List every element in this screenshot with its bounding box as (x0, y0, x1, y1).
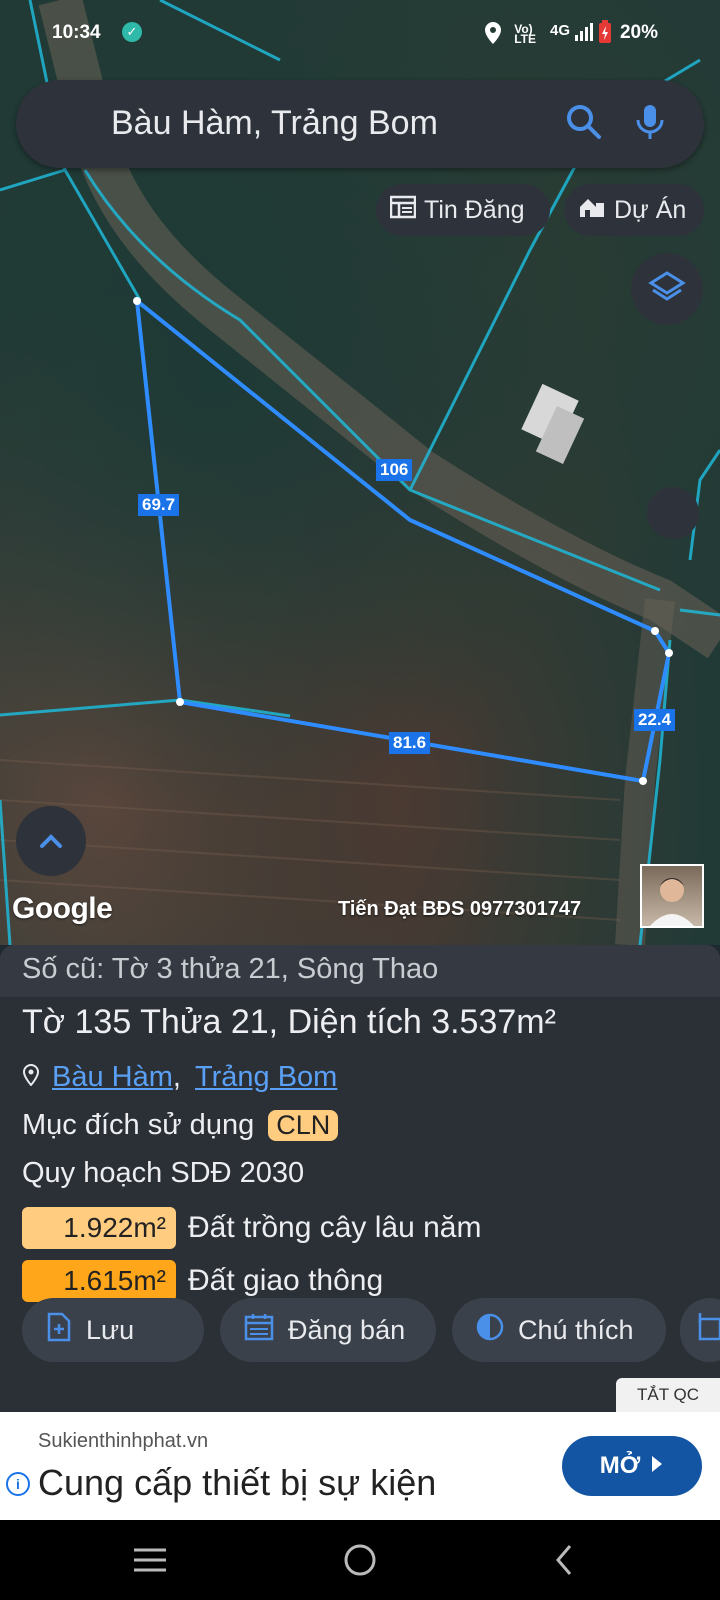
zone-area: 1.615m² (22, 1260, 176, 1302)
address-link-commune[interactable]: Bàu Hàm (52, 1061, 173, 1094)
purpose-code-badge: CLN (268, 1110, 339, 1141)
address-link-district[interactable]: Trảng Bom (195, 1061, 337, 1094)
system-nav-bar (0, 1520, 720, 1600)
planning-label: Quy hoạch SDĐ 2030 (22, 1157, 305, 1189)
button-label: Đăng bán (288, 1314, 406, 1345)
ad-banner[interactable]: i Sukienthinhphat.vn Cung cấp thiết bị s… (0, 1412, 720, 1520)
info-icon[interactable]: i (6, 1472, 30, 1496)
layers-icon (648, 271, 686, 301)
parcel-address: Bàu Hàm , Trảng Bom (22, 1061, 337, 1094)
chip-label: Dự Án (614, 195, 687, 224)
more-action-button[interactable] (680, 1298, 720, 1362)
edge-length-label: 106 (376, 459, 413, 481)
post-sale-button[interactable]: Đăng bán (220, 1298, 436, 1362)
legend-button[interactable]: Chú thích (452, 1298, 666, 1362)
purpose-label: Mục đích sử dụng (22, 1109, 255, 1141)
listing-icon (389, 195, 417, 226)
microphone-icon[interactable] (630, 102, 670, 142)
land-use-purpose: Mục đích sử dụng CLN (22, 1109, 339, 1142)
calendar-icon (244, 1313, 274, 1348)
status-time: 10:34 (52, 22, 101, 43)
owner-avatar[interactable] (640, 864, 704, 928)
recent-apps-icon[interactable] (132, 1544, 168, 1581)
edge-length-label: 22.4 (634, 709, 676, 731)
ad-title: Cung cấp thiết bị sự kiện (38, 1462, 437, 1503)
edge-length-label: 69.7 (138, 494, 180, 516)
back-icon[interactable] (552, 1542, 576, 1583)
close-ad-button[interactable]: TẮT QC (616, 1378, 720, 1412)
owner-contact: Tiến Đạt BĐS 0977301747 (338, 898, 582, 920)
add-photo-icon (696, 1312, 720, 1348)
battery-icon (598, 20, 612, 50)
map-control-button[interactable] (647, 487, 699, 539)
layers-button[interactable] (631, 253, 703, 325)
zone-row: 1.922m² Đất trồng cây lâu năm (22, 1207, 481, 1249)
pin-icon (22, 1061, 40, 1094)
map-view[interactable]: 106 69.7 81.6 22.4 10:34 ✓ Vo) LTE 4G 20%… (0, 0, 720, 945)
location-icon (484, 22, 502, 50)
status-bar: 10:34 ✓ Vo) LTE 4G 20% (0, 0, 720, 64)
network-type: 4G (549, 22, 570, 39)
volte-icon: Vo) LTE (514, 22, 536, 46)
parcel-info-panel: Số cũ: Tờ 3 thửa 21, Sông Thao Tờ 135 Th… (0, 945, 720, 1413)
play-arrow-icon (650, 1452, 664, 1480)
edge-length-label: 81.6 (389, 732, 431, 754)
zone-row: 1.615m² Đất giao thông (22, 1260, 383, 1302)
old-parcel-ref: Số cũ: Tờ 3 thửa 21, Sông Thao (22, 953, 439, 985)
chip-tin-dang[interactable]: Tin Đăng (376, 184, 550, 236)
button-label: Chú thích (518, 1314, 634, 1345)
chip-du-an[interactable]: Dự Án (564, 184, 704, 236)
zone-name: Đất giao thông (188, 1264, 384, 1297)
project-icon (578, 195, 606, 226)
chevron-up-icon (40, 834, 62, 848)
contrast-icon (476, 1313, 504, 1348)
zone-area: 1.922m² (22, 1207, 176, 1249)
button-label: Lưu (86, 1314, 135, 1345)
zone-name: Đất trồng cây lâu năm (188, 1211, 482, 1244)
address-separator: , (172, 1061, 181, 1093)
ad-source: Sukienthinhphat.vn (38, 1430, 209, 1452)
search-bar[interactable]: Bàu Hàm, Trảng Bom (16, 80, 704, 168)
search-query[interactable]: Bàu Hàm, Trảng Bom (111, 104, 438, 143)
verified-icon: ✓ (122, 22, 142, 42)
save-add-icon (46, 1312, 72, 1349)
parcel-title: Tờ 135 Thửa 21, Diện tích 3.537m² (22, 1003, 556, 1041)
search-icon[interactable] (564, 102, 604, 142)
expand-panel-button[interactable] (16, 806, 86, 876)
home-icon[interactable] (342, 1542, 378, 1583)
battery-percent: 20% (619, 22, 658, 43)
ad-open-button[interactable]: MỞ (562, 1436, 702, 1496)
google-logo: Google (12, 892, 113, 925)
save-button[interactable]: Lưu (22, 1298, 204, 1362)
signal-icon (574, 22, 594, 48)
ad-cta-label: MỞ (599, 1452, 641, 1479)
chip-label: Tin Đăng (424, 195, 525, 224)
